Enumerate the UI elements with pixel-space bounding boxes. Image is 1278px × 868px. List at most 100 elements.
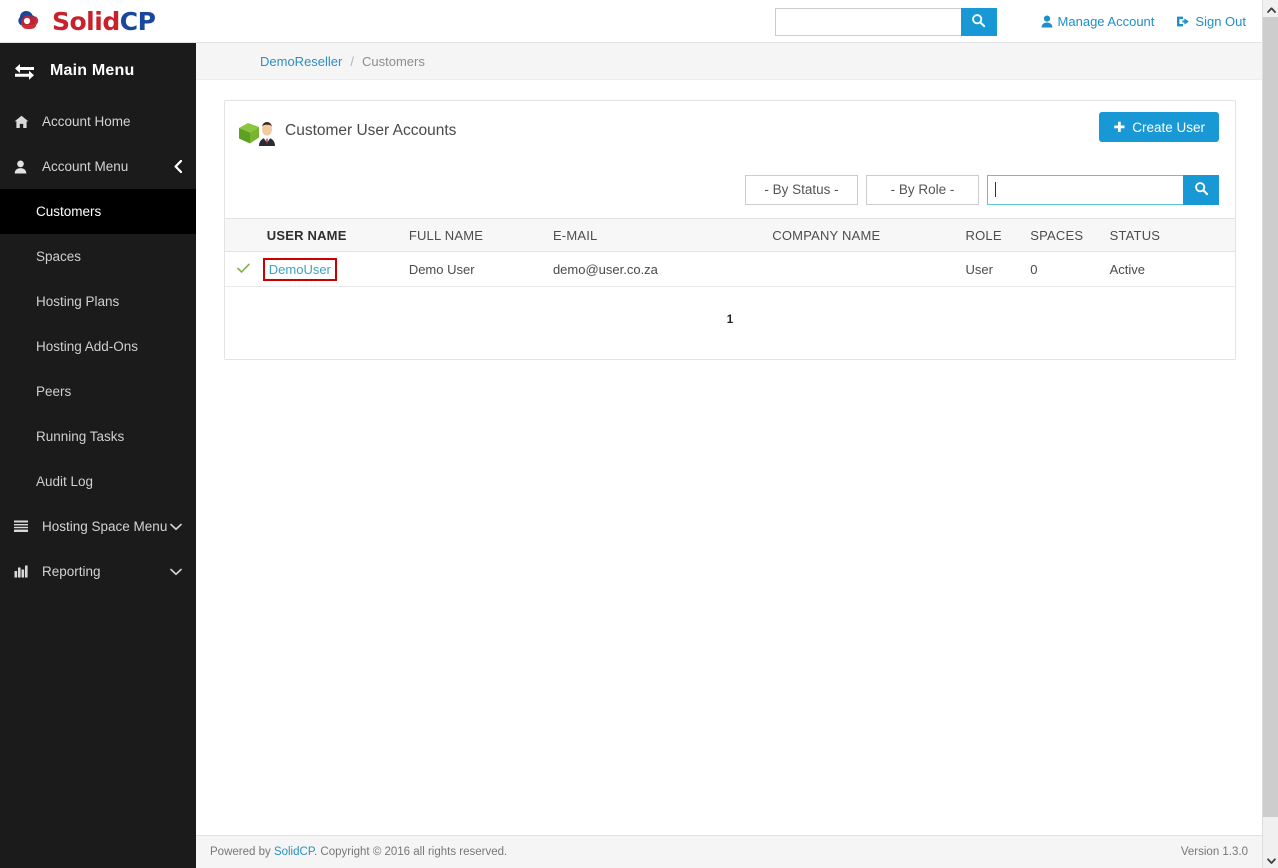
- row-status-cell: Active: [1109, 251, 1235, 287]
- create-user-button[interactable]: ✚ Create User: [1099, 112, 1219, 142]
- brand-logo[interactable]: SolidCP: [14, 0, 156, 43]
- top-header: SolidCP Manage Account Sign Out: [0, 0, 1262, 43]
- sidebar-item-label: Reporting: [42, 564, 101, 579]
- role-filter-label: - By Role -: [890, 182, 955, 197]
- user-icon: [1041, 15, 1053, 28]
- sidebar-item-label: Running Tasks: [36, 429, 125, 444]
- column-header-company[interactable]: COMPANY NAME: [772, 218, 966, 252]
- search-icon: [971, 13, 986, 31]
- status-filter-select[interactable]: - By Status -: [745, 174, 858, 205]
- column-header-check: [225, 218, 267, 252]
- chevron-left-icon[interactable]: [174, 144, 182, 189]
- footer-solidcp-link[interactable]: SolidCP: [274, 846, 314, 858]
- chevron-up-icon: [1266, 0, 1276, 18]
- card-title: Customer User Accounts: [285, 122, 457, 139]
- sidebar-item-label: Account Menu: [42, 159, 129, 174]
- scrollbar-down-button[interactable]: [1263, 851, 1278, 868]
- brand-logo-text-primary: Solid: [52, 6, 120, 36]
- sidebar-item-audit-log[interactable]: Audit Log: [0, 459, 196, 504]
- table-search: [987, 174, 1219, 205]
- column-header-role[interactable]: ROLE: [965, 218, 1031, 252]
- brand-logo-text-secondary: CP: [119, 6, 156, 36]
- sign-out-icon: [1176, 15, 1190, 28]
- pagination: 1: [225, 287, 1235, 353]
- breadcrumb-root[interactable]: DemoReseller: [260, 54, 342, 69]
- sidebar-item-label: Hosting Space Menu: [42, 519, 168, 534]
- sidebar-title: Main Menu: [50, 62, 135, 79]
- scrollbar-thumb[interactable]: [1263, 17, 1278, 817]
- row-check-cell: [225, 251, 267, 287]
- manage-account-link[interactable]: Manage Account: [1041, 14, 1155, 29]
- sidebar-item-hosting-add-ons[interactable]: Hosting Add-Ons: [0, 324, 196, 369]
- row-fullname-cell: Demo User: [408, 251, 553, 287]
- footer-version: Version 1.3.0: [1180, 846, 1248, 858]
- username-link[interactable]: DemoUser: [269, 262, 331, 277]
- sidebar-item-label: Customers: [36, 204, 102, 219]
- row-username-cell: DemoUser: [262, 251, 409, 287]
- card-bottom-padding: [225, 353, 1235, 359]
- chevron-down-icon[interactable]: [170, 504, 182, 549]
- row-spaces-cell: 0: [1030, 251, 1110, 287]
- pagination-current-page[interactable]: 1: [727, 314, 733, 326]
- sign-out-link[interactable]: Sign Out: [1176, 14, 1246, 29]
- table-header: USER NAME FULL NAME E-MAIL COMPANY NAME …: [225, 218, 1235, 252]
- column-header-status[interactable]: STATUS: [1109, 218, 1235, 252]
- table-search-input[interactable]: [987, 174, 1183, 205]
- main-content: DemoReseller / Customers Customer User A…: [196, 43, 1262, 868]
- green-box-businessman-icon: [237, 112, 277, 150]
- customer-accounts-table: USER NAME FULL NAME E-MAIL COMPANY NAME …: [225, 218, 1235, 287]
- breadcrumb-current: Customers: [362, 53, 425, 69]
- home-icon: [14, 115, 36, 129]
- table-search-button[interactable]: [1183, 174, 1219, 205]
- customer-accounts-card: Customer User Accounts ✚ Create User - B…: [224, 100, 1236, 360]
- global-search: [774, 7, 997, 36]
- footer-copyright: Powered by SolidCP. Copyright © 2016 all…: [210, 846, 1181, 858]
- sidebar-item-customers[interactable]: Customers: [0, 189, 196, 234]
- sidebar-item-label: Audit Log: [36, 474, 94, 489]
- sidebar-item-reporting[interactable]: Reporting: [0, 549, 196, 594]
- create-user-label: Create User: [1132, 119, 1205, 135]
- role-filter-select[interactable]: - By Role -: [866, 174, 979, 205]
- list-icon: [14, 520, 36, 533]
- exchange-arrows-icon: [14, 63, 40, 80]
- sidebar-item-account-menu[interactable]: Account Menu: [0, 144, 196, 189]
- column-header-spaces[interactable]: SPACES: [1030, 218, 1110, 252]
- footer-suffix: . Copyright © 2016 all rights reserved.: [314, 846, 508, 858]
- sidebar-item-peers[interactable]: Peers: [0, 369, 196, 414]
- status-filter-label: - By Status -: [764, 182, 839, 197]
- header-actions: Manage Account Sign Out: [774, 0, 1246, 43]
- sidebar-item-hosting-plans[interactable]: Hosting Plans: [0, 279, 196, 324]
- sign-out-label: Sign Out: [1195, 14, 1246, 29]
- column-header-fullname[interactable]: FULL NAME: [408, 218, 553, 252]
- check-mark-icon: [237, 261, 250, 277]
- table-body: DemoUser Demo User demo@user.co.za User …: [225, 251, 1235, 287]
- sidebar-header: Main Menu: [0, 43, 196, 99]
- column-header-email[interactable]: E-MAIL: [552, 218, 773, 252]
- text-caret: [995, 182, 996, 197]
- footer: Powered by SolidCP. Copyright © 2016 all…: [196, 835, 1262, 868]
- breadcrumb: DemoReseller / Customers: [196, 43, 1262, 80]
- chevron-down-icon[interactable]: [170, 549, 182, 594]
- scrollbar-up-button[interactable]: [1263, 0, 1278, 17]
- table-row: DemoUser Demo User demo@user.co.za User …: [225, 251, 1235, 287]
- bar-chart-icon: [14, 565, 36, 578]
- sidebar-item-account-home[interactable]: Account Home: [0, 99, 196, 144]
- plus-icon: ✚: [1113, 118, 1126, 135]
- sidebar-item-label: Account Home: [42, 114, 131, 129]
- footer-prefix: Powered by: [210, 846, 274, 858]
- global-search-input[interactable]: [774, 7, 961, 36]
- sidebar: Main Menu Account Home Account Menu Cust…: [0, 43, 196, 868]
- column-header-username[interactable]: USER NAME: [266, 218, 409, 252]
- page-scrollbar[interactable]: [1262, 0, 1278, 868]
- app-root: SolidCP Manage Account Sign Out Main Men…: [0, 0, 1278, 868]
- sidebar-item-hosting-space-menu[interactable]: Hosting Space Menu: [0, 504, 196, 549]
- manage-account-label: Manage Account: [1057, 14, 1155, 29]
- username-highlight-box: DemoUser: [262, 257, 337, 281]
- chevron-down-icon: [1266, 851, 1276, 868]
- sidebar-item-spaces[interactable]: Spaces: [0, 234, 196, 279]
- sidebar-item-label: Hosting Plans: [36, 294, 120, 309]
- user-icon: [14, 160, 36, 174]
- breadcrumb-separator: /: [350, 53, 354, 69]
- sidebar-item-running-tasks[interactable]: Running Tasks: [0, 414, 196, 459]
- global-search-button[interactable]: [960, 7, 997, 36]
